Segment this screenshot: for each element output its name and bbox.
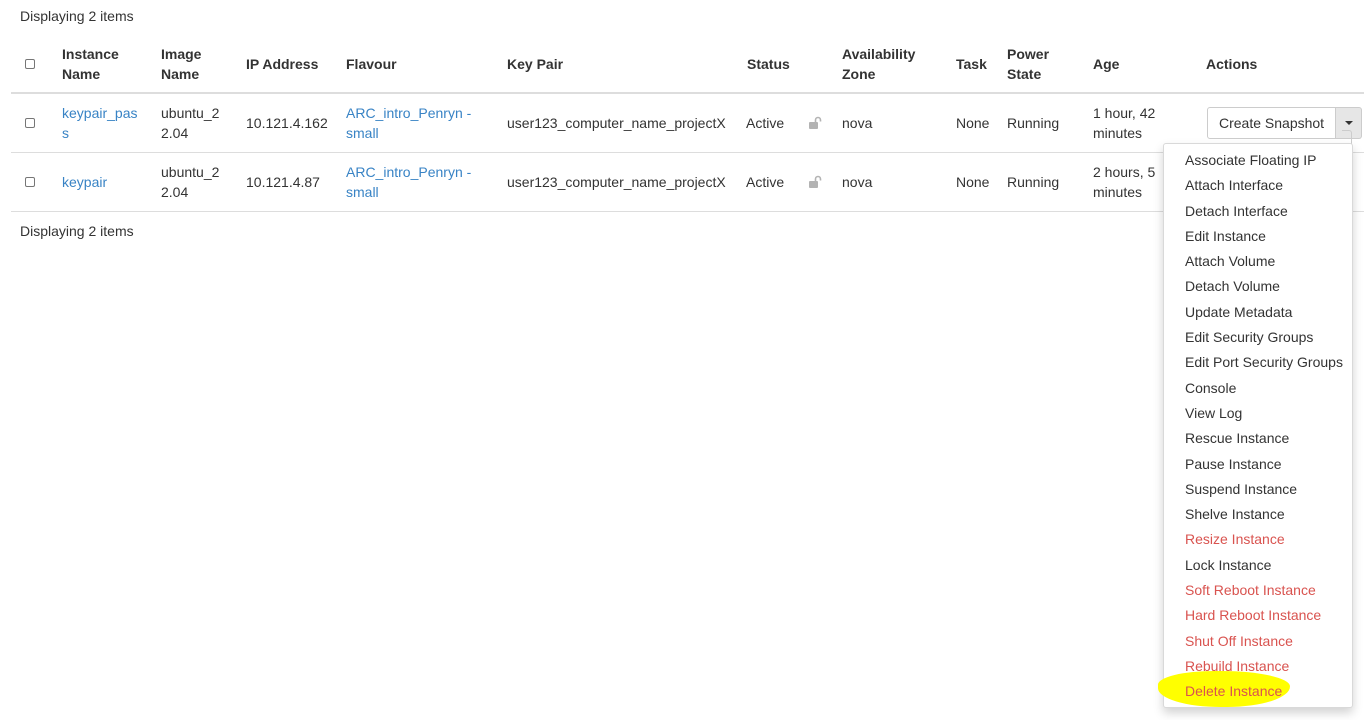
image-name: ubuntu_22.04 <box>161 164 220 200</box>
header-flavour[interactable]: Flavour <box>346 35 466 92</box>
items-count-bottom: Displaying 2 items <box>20 223 134 239</box>
table-header: Instance Name Image Name IP Address Flav… <box>11 35 1364 94</box>
power-state: Running <box>1007 174 1060 190</box>
menu-item-view-log[interactable]: View Log <box>1164 401 1352 426</box>
instance-name-link[interactable]: keypair <box>62 153 144 211</box>
menu-item-pause-instance[interactable]: Pause Instance <box>1164 452 1352 477</box>
row-checkbox[interactable] <box>25 118 35 128</box>
status-value: Active <box>746 174 785 190</box>
menu-item-label: Update Metadata <box>1185 303 1293 320</box>
menu-item-console[interactable]: Console <box>1164 376 1352 401</box>
menu-item-attach-volume[interactable]: Attach Volume <box>1164 249 1352 274</box>
header-status[interactable]: Status <box>747 35 827 92</box>
task-value: None <box>956 115 990 131</box>
flavour-link[interactable]: ARC_intro_Penryn - small <box>346 153 486 211</box>
header-age[interactable]: Age <box>1093 35 1183 92</box>
table-row: keypair_pass ubuntu_22.04 10.121.4.162 A… <box>11 94 1364 153</box>
menu-item-lock-instance[interactable]: Lock Instance <box>1164 553 1352 578</box>
header-ip-address[interactable]: IP Address <box>246 35 341 92</box>
menu-item-hard-reboot-instance[interactable]: Hard Reboot Instance <box>1164 603 1352 628</box>
select-all-checkbox[interactable] <box>25 58 35 69</box>
menu-item-label: Hard Reboot Instance <box>1185 607 1322 624</box>
header-key-pair[interactable]: Key Pair <box>507 35 707 92</box>
menu-item-label: Attach Volume <box>1185 253 1276 270</box>
menu-item-label: Lock Instance <box>1185 556 1272 573</box>
power-state: Running <box>1007 115 1060 131</box>
items-count-top: Displaying 2 items <box>20 8 134 24</box>
menu-item-label: Edit Security Groups <box>1185 329 1314 346</box>
key-pair: user123_computer_name_projectX <box>507 115 726 131</box>
header-actions: Actions <box>1206 55 1258 72</box>
menu-item-label: Pause Instance <box>1185 455 1282 472</box>
caret-down-icon <box>1344 121 1353 125</box>
header-power-state[interactable]: Power State <box>1007 35 1077 92</box>
menu-item-label: Detach Interface <box>1185 202 1288 219</box>
menu-item-label: Console <box>1185 379 1237 396</box>
menu-item-shelve-instance[interactable]: Shelve Instance <box>1164 502 1352 527</box>
age-value: 2 hours, 5 minutes <box>1093 164 1156 200</box>
header-image-name[interactable]: Image Name <box>161 35 221 92</box>
menu-item-label: Edit Instance <box>1185 227 1266 244</box>
menu-item-label: Attach Interface <box>1185 177 1284 194</box>
actions-dropdown-menu: Associate Floating IP Attach Interface Det… <box>1158 143 1353 708</box>
menu-item-label: Edit Port Security Groups <box>1185 354 1343 371</box>
row-select-cell <box>25 94 45 152</box>
menu-item-attach-interface[interactable]: Attach Interface <box>1164 173 1352 198</box>
menu-item-shut-off-instance[interactable]: Shut Off Instance <box>1164 629 1352 654</box>
menu-item-soft-reboot-instance[interactable]: Soft Reboot Instance <box>1164 578 1352 603</box>
ip-address: 10.121.4.162 <box>246 115 328 131</box>
table-row: keypair ubuntu_22.04 10.121.4.87 ARC_int… <box>11 153 1364 212</box>
unlocked-padlock-icon <box>808 94 828 152</box>
menu-item-label: Detach Volume <box>1185 278 1280 295</box>
header-task[interactable]: Task <box>956 35 1001 92</box>
key-pair: user123_computer_name_projectX <box>507 174 726 190</box>
flavour-link[interactable]: ARC_intro_Penryn - small <box>346 94 486 152</box>
ip-address: 10.121.4.87 <box>246 174 320 190</box>
create-snapshot-button[interactable]: Create Snapshot <box>1207 107 1337 139</box>
status-value: Active <box>746 115 785 131</box>
header-availability-zone[interactable]: Availability Zone <box>842 35 942 92</box>
task-value: None <box>956 174 990 190</box>
menu-item-label: Shut Off Instance <box>1185 632 1293 649</box>
menu-item-label: Soft Reboot Instance <box>1185 582 1316 599</box>
select-all-cell <box>25 35 45 92</box>
menu-item-edit-security-groups[interactable]: Edit Security Groups <box>1164 325 1352 350</box>
menu-item-detach-interface[interactable]: Detach Interface <box>1164 199 1352 224</box>
menu-item-delete-instance[interactable]: Delete Instance <box>1158 671 1352 708</box>
menu-item-label: Delete Instance <box>1185 683 1283 700</box>
instances-page: Displaying 2 items Instance Name Image N… <box>0 0 1366 720</box>
row-actions: Create Snapshot <box>1207 107 1363 139</box>
menu-item-label: Rescue Instance <box>1185 430 1290 447</box>
menu-item-associate-floating-ip[interactable]: Associate Floating IP <box>1164 148 1352 173</box>
availability-zone: nova <box>842 115 873 131</box>
menu-item-suspend-instance[interactable]: Suspend Instance <box>1164 477 1352 502</box>
menu-item-label: Suspend Instance <box>1185 480 1298 497</box>
unlocked-padlock-icon <box>808 153 828 211</box>
menu-item-label: Resize Instance <box>1185 531 1285 548</box>
menu-item-detach-volume[interactable]: Detach Volume <box>1164 274 1352 299</box>
menu-item-label: View Log <box>1185 404 1243 421</box>
menu-item-label: Shelve Instance <box>1185 506 1285 523</box>
menu-item-label: Associate Floating IP <box>1185 152 1317 168</box>
row-select-cell <box>25 153 45 211</box>
row-checkbox[interactable] <box>25 177 35 187</box>
menu-item-rescue-instance[interactable]: Rescue Instance <box>1164 426 1352 451</box>
availability-zone: nova <box>842 174 873 190</box>
menu-item-edit-instance[interactable]: Edit Instance <box>1164 224 1352 249</box>
image-name: ubuntu_22.04 <box>161 105 220 141</box>
menu-item-edit-port-security-groups[interactable]: Edit Port Security Groups <box>1164 350 1352 375</box>
menu-item-resize-instance[interactable]: Resize Instance <box>1164 527 1352 552</box>
header-instance-name[interactable]: Instance Name <box>62 35 152 92</box>
menu-item-update-metadata[interactable]: Update Metadata <box>1164 300 1352 325</box>
instance-name-link[interactable]: keypair_pass <box>62 94 144 152</box>
